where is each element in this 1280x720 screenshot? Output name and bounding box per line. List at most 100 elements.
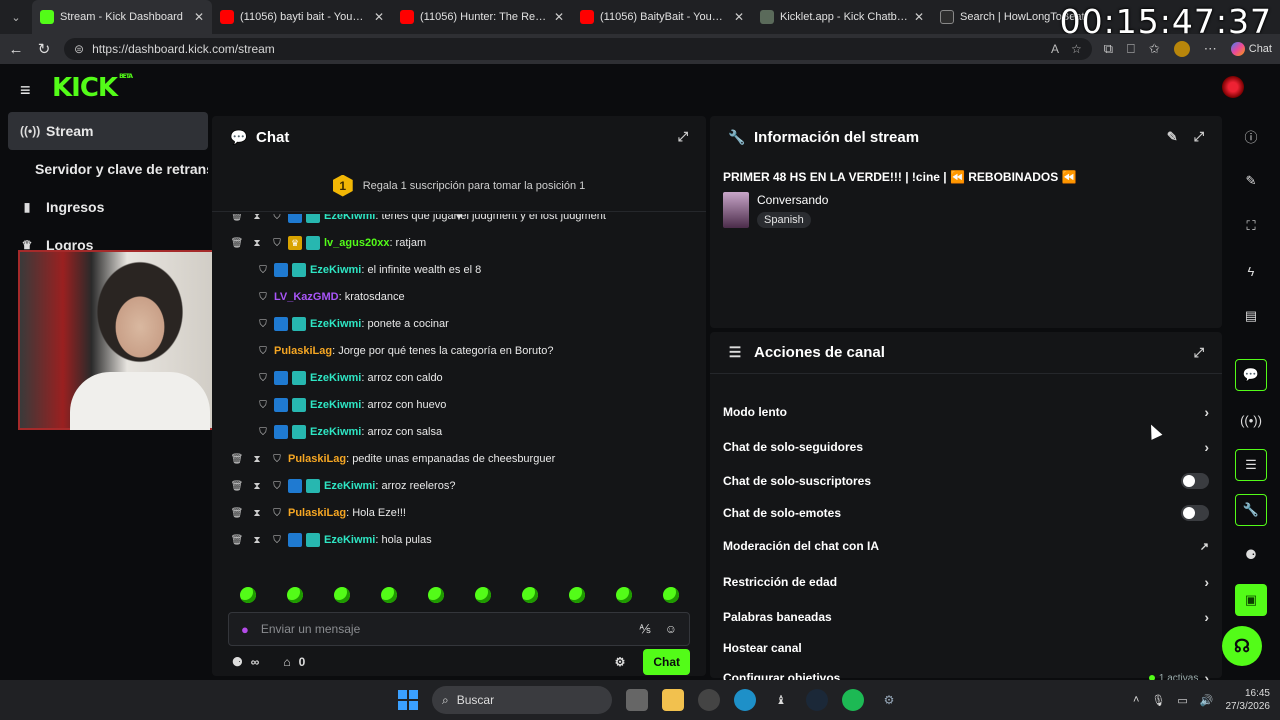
timeout-icon[interactable]: ⧗ xyxy=(250,535,264,546)
chat-input[interactable]: ● Enviar un mensaje ⅍ ☺ xyxy=(228,612,690,646)
send-chat-button[interactable]: Chat xyxy=(643,649,690,675)
chess-icon[interactable]: ♝ xyxy=(770,689,792,711)
channel-action-row[interactable]: Chat de solo-emotes xyxy=(723,499,1209,527)
site-info-icon[interactable]: ⊜ xyxy=(74,42,84,56)
favorites-icon[interactable]: ✩ xyxy=(1149,41,1160,57)
url-field[interactable]: ⊜ https://dashboard.kick.com/stream A ☆ xyxy=(64,38,1092,60)
info-icon[interactable]: ⓘ xyxy=(1235,120,1267,152)
edit-pencil-icon[interactable]: ✎ xyxy=(1167,129,1178,145)
tab-actions-menu[interactable]: ⌄ xyxy=(0,0,32,34)
read-aloud-icon[interactable]: A xyxy=(1051,42,1059,56)
popout-icon[interactable]: ⤢ xyxy=(1194,129,1204,145)
broadcast-icon[interactable]: ((•)) xyxy=(1235,404,1267,436)
chat-username[interactable]: PulaskiLag xyxy=(288,507,346,519)
chat-username[interactable]: EzeKiwmi xyxy=(324,480,375,492)
chevron-right-icon[interactable]: › xyxy=(1204,609,1209,625)
browser-tab[interactable]: (11056) Hunter: The Reckoning ✕ xyxy=(392,0,572,34)
spotify-icon[interactable] xyxy=(842,689,864,711)
close-tab-icon[interactable]: ✕ xyxy=(194,10,204,24)
shield-icon[interactable]: ⛉ xyxy=(270,481,284,492)
settings-icon[interactable]: ⚙ xyxy=(878,689,900,711)
browser-tab[interactable]: Stream - Kick Dashboard ✕ xyxy=(32,0,212,34)
chat-message[interactable]: ⛉ LV_KazGMD: kratosdance xyxy=(250,287,404,307)
wrench-toggle-icon[interactable]: 🔧 xyxy=(1235,494,1267,526)
chat-username[interactable]: PulaskiLag xyxy=(288,453,346,465)
popout-icon[interactable]: ⤢ xyxy=(1194,345,1204,361)
display-icon[interactable]: ▭ xyxy=(1177,694,1187,707)
shield-icon[interactable]: ⛉ xyxy=(256,319,270,330)
channel-action-row[interactable]: Chat de solo-seguidores › xyxy=(723,433,1209,461)
shield-icon[interactable]: ⛉ xyxy=(270,508,284,519)
emoji-icon[interactable]: ☺ xyxy=(665,622,677,636)
chat-username[interactable]: PulaskiLag xyxy=(274,345,332,357)
fullscreen-icon[interactable]: ⛶ xyxy=(1235,210,1267,242)
taskbar-search[interactable]: ⌕ Buscar xyxy=(432,686,612,714)
user-avatar[interactable] xyxy=(1222,76,1244,98)
chat-username[interactable]: EzeKiwmi xyxy=(310,264,361,276)
refresh-icon[interactable]: ↻ xyxy=(36,40,52,58)
delete-icon[interactable]: 🗑 xyxy=(230,454,244,465)
shield-icon[interactable]: ⛉ xyxy=(256,292,270,303)
chevron-right-icon[interactable]: › xyxy=(1204,439,1209,455)
hamburger-menu-icon[interactable]: ≡ xyxy=(20,80,31,101)
timeout-icon[interactable]: ⧗ xyxy=(250,454,264,465)
settings-gear-icon[interactable]: ⚙ xyxy=(615,655,626,669)
store-icon[interactable]: ⌂ xyxy=(283,655,290,669)
favorite-star-icon[interactable]: ☆ xyxy=(1071,42,1082,56)
chat-username[interactable]: EzeKiwmi xyxy=(310,426,361,438)
chat-username[interactable]: EzeKiwmi xyxy=(310,318,361,330)
shield-icon[interactable]: ⛉ xyxy=(270,454,284,465)
chat-message[interactable]: 🗑 ⧗ ⛉ EzeKiwmi: tenes que jugar el judgment… xyxy=(230,214,606,226)
kick-logo[interactable]: KICK BETA xyxy=(52,73,133,103)
edge-icon[interactable] xyxy=(734,689,756,711)
delete-icon[interactable]: 🗑 xyxy=(230,508,244,519)
task-view-icon[interactable] xyxy=(626,689,648,711)
chat-username[interactable]: EzeKiwmi xyxy=(310,372,361,384)
channel-action-row[interactable]: Modo lento › xyxy=(723,398,1209,426)
chat-message[interactable]: 🗑 ⧗ ⛉ EzeKiwmi: arroz reeleros? xyxy=(230,476,455,496)
notes-icon[interactable]: ▤ xyxy=(1235,300,1267,332)
steam-icon[interactable] xyxy=(806,689,828,711)
split-screen-icon[interactable]: ⎕ xyxy=(1127,41,1135,57)
lightning-icon[interactable]: ϟ xyxy=(1235,255,1267,287)
browser-tab[interactable]: (11056) bayti bait - YouTube ✕ xyxy=(212,0,392,34)
extension-icon[interactable]: ▣ xyxy=(1235,584,1267,616)
shield-icon[interactable]: ⛉ xyxy=(256,400,270,411)
edit-pencil-icon[interactable]: ✎ xyxy=(1235,165,1267,197)
emote-icon[interactable] xyxy=(568,587,585,603)
more-icon[interactable]: ⋯ xyxy=(1204,41,1217,57)
toggle-switch[interactable] xyxy=(1181,473,1209,489)
chat-message[interactable]: 🗑 ⧗ ⛉ PulaskiLag: Hola Eze!!! xyxy=(230,503,406,523)
profile-icon[interactable] xyxy=(1173,41,1190,57)
chevron-right-icon[interactable]: › xyxy=(1204,404,1209,420)
sidebar-item[interactable]: ▮ Ingresos xyxy=(8,188,208,226)
shield-icon[interactable]: ⛉ xyxy=(270,535,284,546)
delete-icon[interactable]: 🗑 xyxy=(230,535,244,546)
extensions-icon[interactable]: ⧉ xyxy=(1104,41,1113,57)
emote-icon[interactable] xyxy=(286,587,303,603)
chat-message[interactable]: ⛉ EzeKiwmi: ponete a cocinar xyxy=(250,314,449,334)
close-tab-icon[interactable]: ✕ xyxy=(554,10,564,24)
sub-gift-banner[interactable]: 1 Regala 1 suscripción para tomar la pos… xyxy=(212,160,706,212)
windows-start-icon[interactable] xyxy=(398,690,418,710)
chat-username[interactable]: EzeKiwmi xyxy=(324,214,375,222)
channel-action-row[interactable]: Hostear canal xyxy=(723,634,1209,662)
emote-icon[interactable] xyxy=(662,587,679,603)
microphone-icon[interactable]: ● xyxy=(241,622,249,637)
toggle-switch[interactable] xyxy=(1181,505,1209,521)
close-tab-icon[interactable]: ✕ xyxy=(734,10,744,24)
channel-action-row[interactable]: Moderación del chat con IA ↗ xyxy=(723,532,1209,560)
emote-icon[interactable] xyxy=(615,587,632,603)
chevron-right-icon[interactable]: › xyxy=(1204,574,1209,590)
help-chat-icon[interactable]: ☊ xyxy=(1222,626,1262,666)
emote-icon[interactable] xyxy=(427,587,444,603)
chat-username[interactable]: EzeKiwmi xyxy=(324,534,375,546)
browser-tab[interactable]: (11056) BaityBait - YouTube ✕ xyxy=(572,0,752,34)
delete-icon[interactable]: 🗑 xyxy=(230,214,244,222)
microphone-tray-icon[interactable]: 🎙 xyxy=(1151,694,1165,707)
points-icon[interactable]: ⚈ xyxy=(232,655,243,669)
chat-message[interactable]: ⛉ PulaskiLag: Jorge por qué tenes la cate… xyxy=(250,341,553,361)
file-explorer-icon[interactable] xyxy=(662,689,684,711)
chat-message[interactable]: ⛉ EzeKiwmi: arroz con salsa xyxy=(250,422,442,442)
emote-icon[interactable] xyxy=(380,587,397,603)
